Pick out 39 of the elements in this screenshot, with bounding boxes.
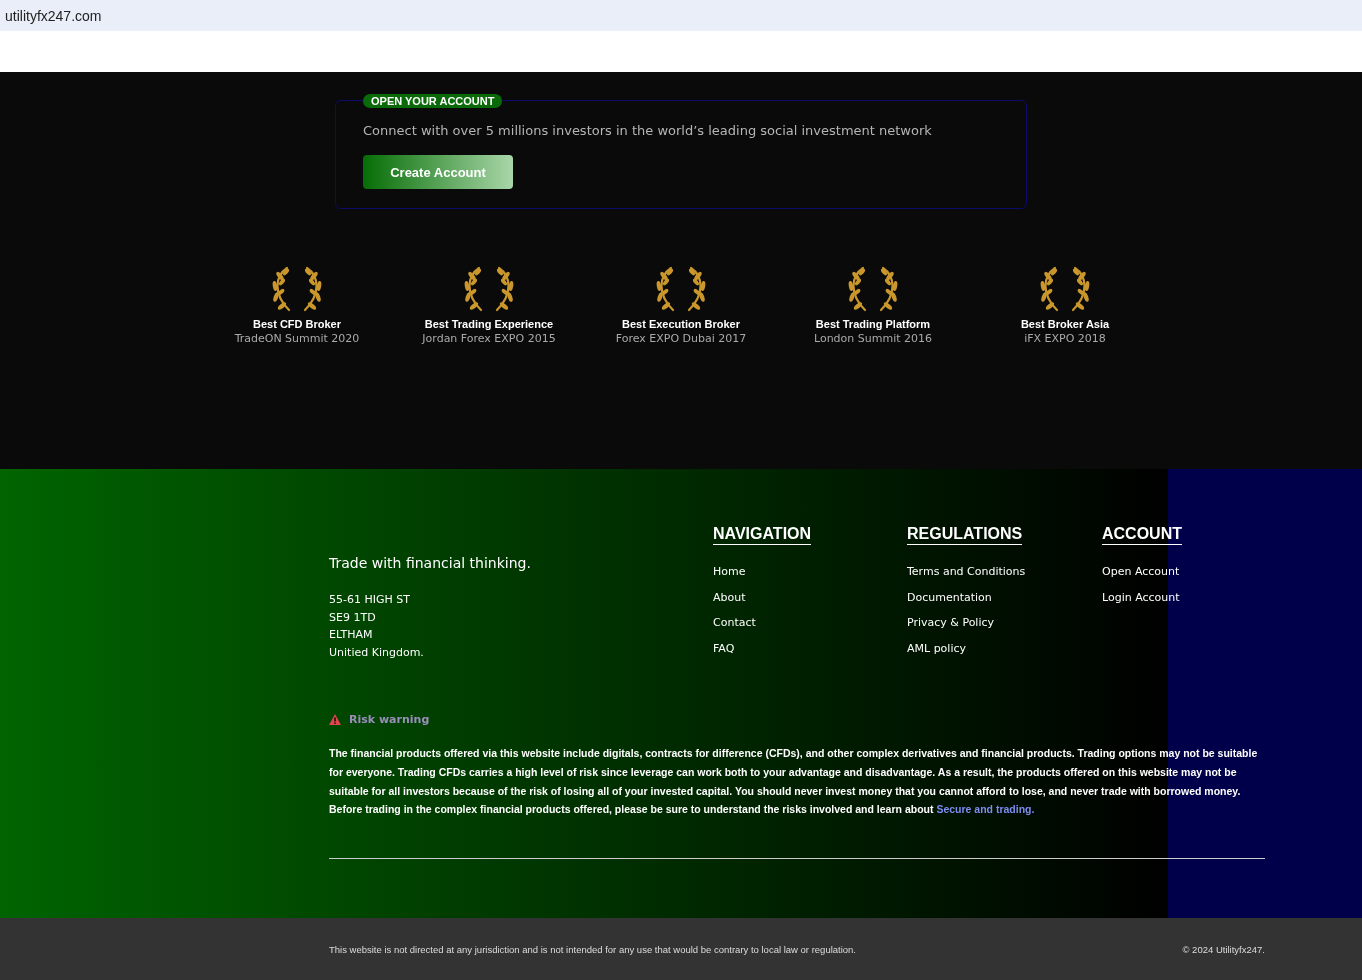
award-title: Best Broker Asia xyxy=(1020,318,1110,330)
column-heading: NAVIGATION xyxy=(713,525,812,545)
column-heading: ACCOUNT xyxy=(1102,525,1182,545)
footer-link[interactable]: Contact xyxy=(713,610,756,636)
create-account-button[interactable]: Create Account xyxy=(363,155,513,189)
address-line: ELTHAM xyxy=(329,627,374,644)
disclaimer-text: This website is not directed at any jurisdiction and is not intended for any use that would be contrary to local law or regulation. xyxy=(329,943,856,955)
footer-link[interactable]: Open Account xyxy=(1102,559,1180,585)
award-event: iFX EXPO 2018 xyxy=(1024,332,1106,345)
address-line: SE9 1TD xyxy=(329,609,377,626)
account-badge: OPEN YOUR ACCOUNT xyxy=(363,94,503,108)
address-bar[interactable]: utilityfx247.com xyxy=(0,0,1362,31)
award-event: Jordan Forex EXPO 2015 xyxy=(422,332,556,345)
award-title: Best Trading Platform xyxy=(815,318,931,330)
footer-link[interactable]: AML policy xyxy=(907,635,967,662)
award-event: London Summit 2016 xyxy=(813,332,933,345)
address-line: 55-61 HIGH ST xyxy=(329,592,411,608)
column-heading: REGULATIONS xyxy=(907,525,1023,545)
risk-warning-text: The financial products offered via this website include digitals, contracts for difference (CFDs), and other complex derivatives and financial products. Trading options may not be suitable for everyone. Trading CFDs carries a high level of risk since leverage can work both to your advantage and disadvantage. As a result, the products offered on this website may not be suitable for all investors because of the risk of losing all of your invested capital. You should never invest money that you cannot afford to lose, and never trade with borrowed money. Before trading in the complex financial products offered, please be sure to understand the risks involved and learn about Secure and trading. xyxy=(329,746,1259,818)
award-title: Best Execution Broker xyxy=(622,318,740,330)
award-event: Forex EXPO Dubai 2017 xyxy=(615,332,747,345)
footer-link[interactable]: About xyxy=(713,584,746,611)
secure-trading-link[interactable]: Secure and trading. xyxy=(936,803,1035,816)
footer-link[interactable]: Documentation xyxy=(907,584,992,611)
footer-link[interactable]: FAQ xyxy=(713,635,735,662)
risk-warning-heading: Risk warning xyxy=(349,713,430,727)
warning-icon xyxy=(329,714,341,726)
copyright-text: © 2024 Utilityfx247. xyxy=(1182,943,1265,955)
address-line: Unitied Kingdom. xyxy=(329,644,425,661)
award-title: Best Trading Experience xyxy=(424,318,554,330)
award-title: Best CFD Broker xyxy=(253,318,341,330)
cta-text: Connect with over 5 millions investors in the world’s leading social investment network xyxy=(363,123,933,138)
footer-link[interactable]: Privacy & Policy xyxy=(907,610,995,636)
footer-link[interactable]: Terms and Conditions xyxy=(907,559,1026,585)
tagline: Trade with financial thinking. xyxy=(329,555,532,571)
footer-link[interactable]: Home xyxy=(713,559,746,585)
footer-link[interactable]: Login Account xyxy=(1102,584,1180,611)
url-text: utilityfx247.com xyxy=(5,7,102,24)
award-event: TradeON Summit 2020 xyxy=(234,332,360,345)
